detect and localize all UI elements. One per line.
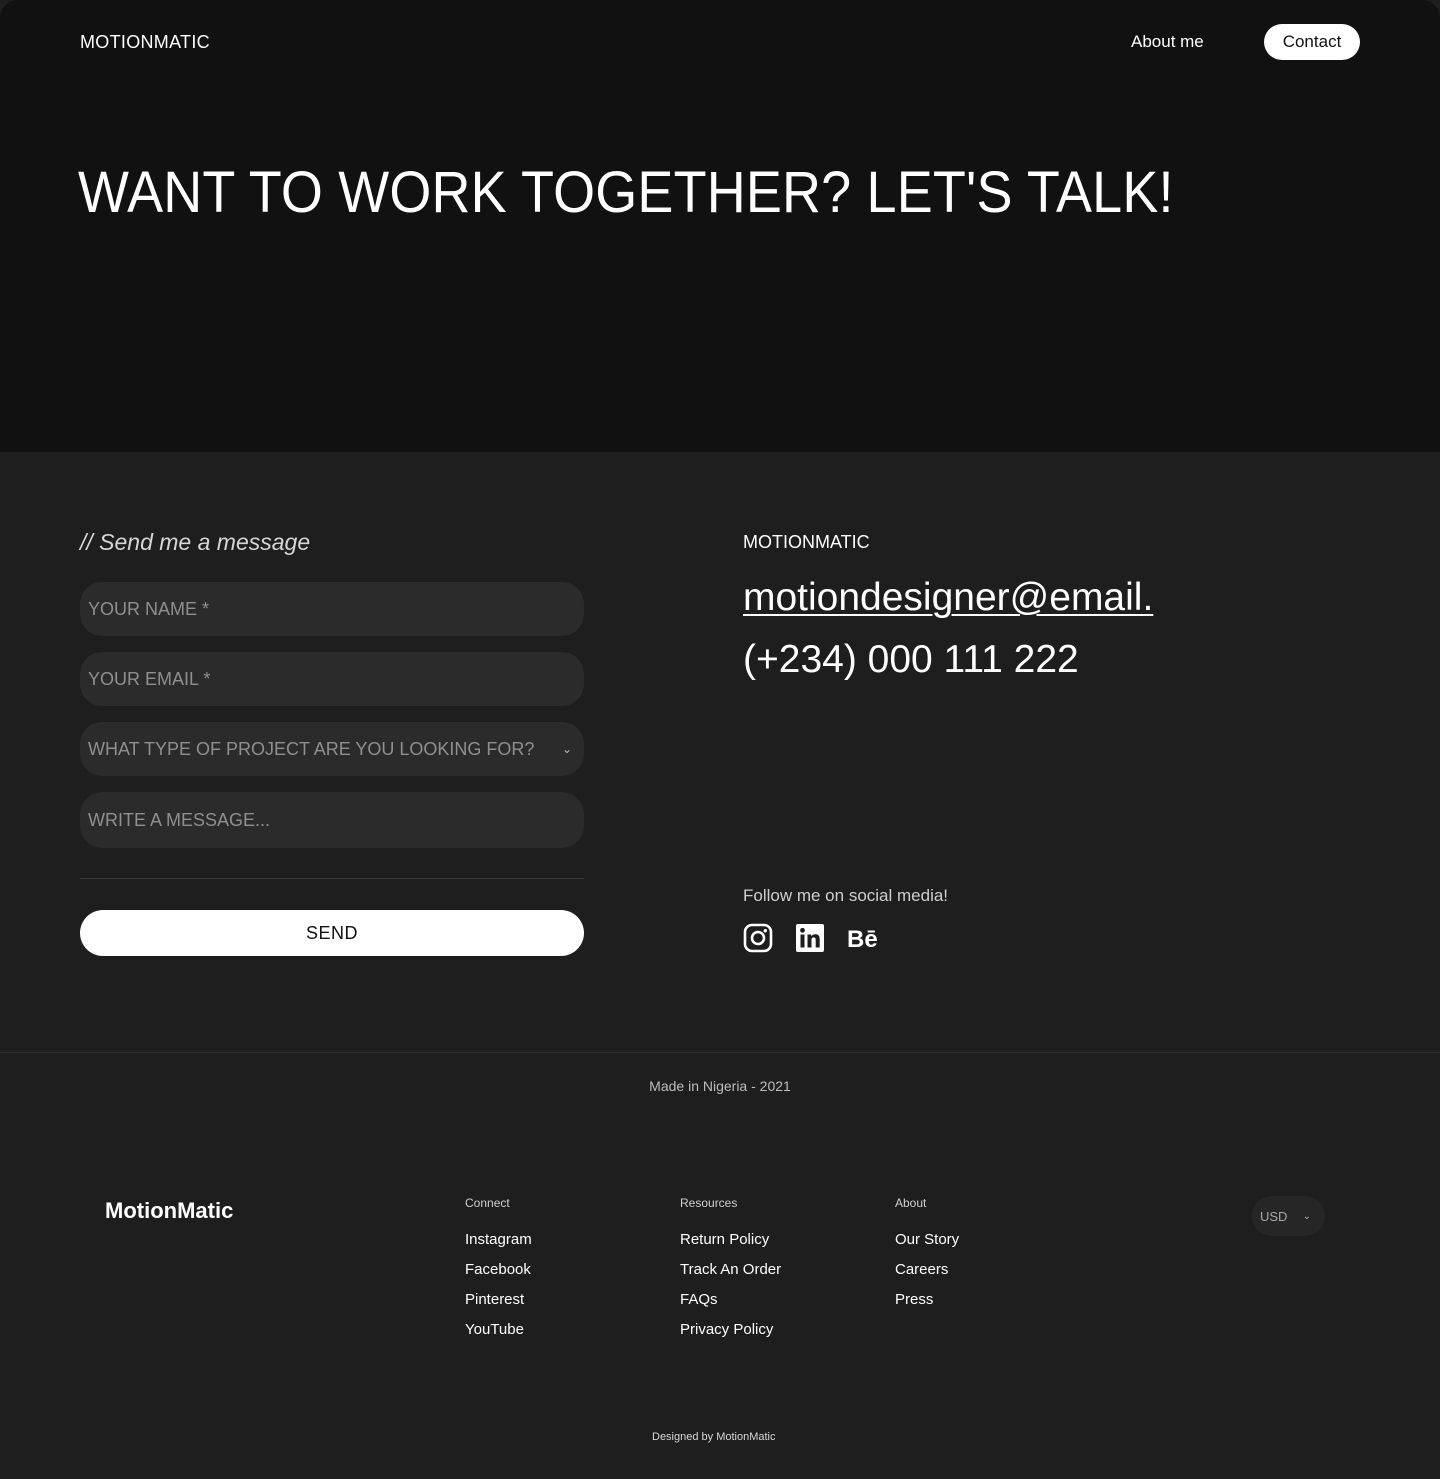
footer-link-instagram[interactable]: Instagram	[465, 1230, 532, 1260]
send-button[interactable]: SEND	[80, 910, 584, 956]
footer-column-heading: Connect	[465, 1196, 510, 1210]
form-divider	[80, 878, 584, 879]
footer-link-careers[interactable]: Careers	[895, 1260, 959, 1290]
project-type-select[interactable]: WHAT TYPE OF PROJECT ARE YOU LOOKING FOR…	[80, 722, 584, 776]
form-title: // Send me a message	[80, 529, 311, 555]
footer-link-facebook[interactable]: Facebook	[465, 1260, 532, 1290]
footer-column-heading: Resources	[680, 1196, 738, 1210]
footer-link-faqs[interactable]: FAQs	[680, 1290, 781, 1320]
instagram-icon[interactable]	[743, 923, 773, 953]
email-link[interactable]: motiondesigner@email.	[743, 576, 1153, 620]
footer-column-about: About Our Story Careers Press	[895, 1196, 959, 1320]
made-in-text: Made in Nigeria - 2021	[649, 1078, 791, 1094]
message-placeholder: WRITE A MESSAGE...	[88, 809, 271, 830]
linkedin-icon[interactable]	[795, 923, 825, 953]
footer-link-press[interactable]: Press	[895, 1290, 959, 1320]
footer-link-track-order[interactable]: Track An Order	[680, 1260, 781, 1290]
message-textarea[interactable]: WRITE A MESSAGE...	[80, 792, 584, 848]
section-divider	[0, 1052, 1440, 1053]
currency-value: USD	[1260, 1208, 1288, 1224]
info-brand: MOTIONMATIC	[743, 532, 870, 552]
footer-link-youtube[interactable]: YouTube	[465, 1320, 532, 1350]
brand-logo[interactable]: MOTIONMATIC	[80, 32, 210, 53]
footer-link-pinterest[interactable]: Pinterest	[465, 1290, 532, 1320]
name-input[interactable]: YOUR NAME *	[80, 582, 584, 636]
svg-text:Bē: Bē	[847, 926, 878, 953]
currency-select[interactable]: USD ⌄	[1252, 1196, 1325, 1236]
chevron-down-icon: ⌄	[561, 742, 572, 756]
hero-section: MOTIONMATIC About me Contact WANT TO WOR…	[0, 0, 1440, 452]
footer-column-resources: Resources Return Policy Track An Order F…	[680, 1196, 781, 1350]
footer-link-our-story[interactable]: Our Story	[895, 1230, 959, 1260]
footer-brand[interactable]: MotionMatic	[105, 1198, 233, 1224]
email-placeholder: YOUR EMAIL *	[88, 668, 211, 689]
footer-link-return-policy[interactable]: Return Policy	[680, 1230, 781, 1260]
project-type-placeholder: WHAT TYPE OF PROJECT ARE YOU LOOKING FOR…	[88, 738, 535, 759]
social-icons: Bē	[743, 923, 883, 953]
follow-text: Follow me on social media!	[743, 886, 949, 905]
behance-icon[interactable]: Bē	[847, 923, 883, 953]
email-input[interactable]: YOUR EMAIL *	[80, 652, 584, 706]
footer-column-heading: About	[895, 1196, 927, 1210]
phone-number: (+234) 000 111 222	[743, 638, 1079, 681]
name-placeholder: YOUR NAME *	[88, 598, 210, 619]
footer-column-connect: Connect Instagram Facebook Pinterest You…	[465, 1196, 532, 1350]
contact-section: // Send me a message YOUR NAME * YOUR EM…	[0, 452, 1440, 1052]
footer-link-privacy-policy[interactable]: Privacy Policy	[680, 1320, 781, 1350]
hero-title: WANT TO WORK TOGETHER? LET'S TALK!	[78, 160, 1174, 225]
nav-contact-button[interactable]: Contact	[1264, 24, 1360, 60]
designed-by-text: Designed by MotionMatic	[652, 1431, 776, 1443]
nav-about-link[interactable]: About me	[1131, 32, 1204, 52]
chevron-down-icon: ⌄	[1302, 1210, 1311, 1222]
